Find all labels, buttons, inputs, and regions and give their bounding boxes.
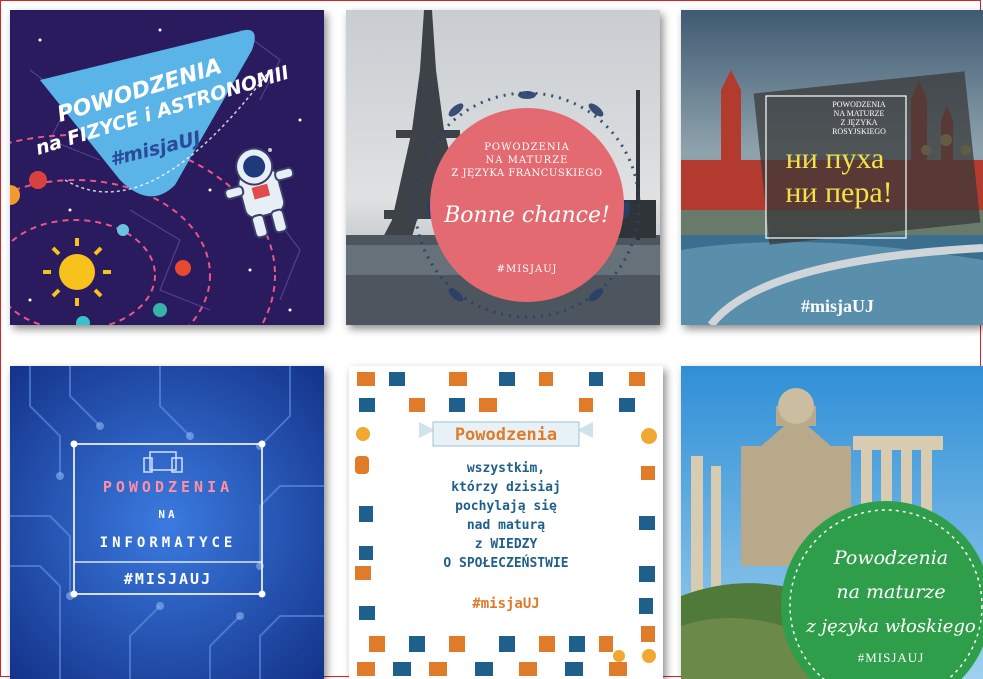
russian-line3: Z JĘZYKA — [840, 118, 877, 127]
russian-big1: ни пуха — [786, 142, 885, 175]
roman-forum-photo: Powodzenia na maturze z języka włoskiego… — [681, 366, 983, 679]
russian-tag: #misjaUJ — [801, 296, 874, 316]
society-l1: wszystkim, — [467, 461, 545, 476]
tile-french[interactable]: POWODZENIA NA MATURZE Z JĘZYKA FRANCUSKI… — [346, 10, 660, 325]
space-illustration: POWODZENIA na FIZYCE i ASTRONOMII #misja… — [10, 10, 324, 325]
society-l2: którzy dzisiaj — [451, 480, 561, 495]
info-line3: INFORMATYCE — [100, 535, 237, 551]
french-line3: Z JĘZYKA FRANCUSKIEGO — [451, 168, 602, 179]
kremlin-photo: POWODZENIA NA MATURZE Z JĘZYKA ROSYJSKIE… — [681, 10, 983, 325]
tile-informatics[interactable]: POWODZENIA NA INFORMATYCE #MISJAUJ — [10, 366, 324, 679]
tile-society[interactable]: Powodzenia wszystkim, którzy dzisiaj poc… — [349, 366, 663, 679]
info-line1: POWODZENIA — [103, 478, 233, 496]
french-tag: #MISJAUJ — [497, 264, 558, 275]
french-line2: NA MATURZE — [486, 155, 569, 166]
eiffel-photo: POWODZENIA NA MATURZE Z JĘZYKA FRANCUSKI… — [346, 10, 660, 325]
tile-physics-astronomy[interactable]: POWODZENIA na FIZYCE i ASTRONOMII #misja… — [10, 10, 324, 325]
russian-line4: ROSYJSKIEGO — [832, 127, 886, 136]
planet-icon — [29, 171, 47, 189]
russian-big2: ни пера! — [785, 176, 892, 209]
french-script: Bonne chance! — [443, 203, 610, 228]
society-l3: pochylają się — [455, 499, 557, 514]
tile-russian[interactable]: POWODZENIA NA MATURZE Z JĘZYKA ROSYJSKIE… — [681, 10, 983, 325]
circuit-illustration: POWODZENIA NA INFORMATYCE #MISJAUJ — [10, 366, 324, 679]
italian-l1: Powodzenia — [833, 547, 948, 569]
icons-pattern: Powodzenia wszystkim, którzy dzisiaj poc… — [349, 366, 663, 679]
society-l5: z WIEDZY — [475, 537, 538, 552]
italian-l3: z języka włoskiego — [805, 616, 976, 637]
russian-line2: NA MATURZE — [834, 109, 885, 118]
society-tag: #misjaUJ — [472, 596, 539, 612]
society-l4: nad maturą — [467, 518, 545, 533]
info-tag: #MISJAUJ — [124, 570, 212, 588]
society-l6: O SPOŁECZEŃSTWIE — [443, 555, 568, 571]
russian-line1: POWODZENIA — [832, 100, 886, 109]
italian-tag: #MISJAUJ — [858, 650, 925, 665]
french-line1: POWODZENIA — [484, 142, 570, 153]
society-ribbon: Powodzenia — [455, 425, 557, 445]
italian-l2: na maturze — [836, 581, 945, 603]
tile-italian[interactable]: Powodzenia na maturze z języka włoskiego… — [681, 366, 983, 679]
info-line2: NA — [158, 508, 177, 521]
